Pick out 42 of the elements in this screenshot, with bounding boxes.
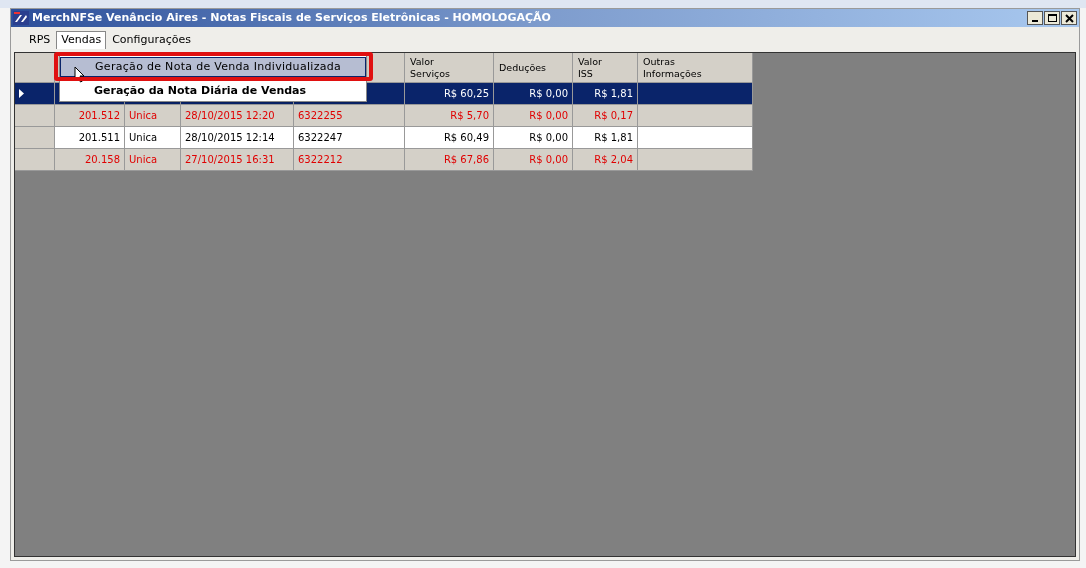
menu-item[interactable]: Configurações (108, 31, 195, 49)
maximize-button[interactable] (1044, 11, 1060, 25)
mouse-cursor-icon (74, 66, 86, 84)
table-cell: R$ 0,00 (494, 83, 573, 105)
table-cell: 201.512 (55, 105, 125, 127)
table-cell: R$ 0,17 (573, 105, 638, 127)
table-cell: 6322247 (294, 127, 405, 149)
column-header[interactable]: Outras Informações (638, 53, 753, 83)
row-header-corner (15, 53, 55, 83)
table-cell: R$ 1,81 (573, 83, 638, 105)
table-cell: 28/10/2015 12:14 (181, 127, 294, 149)
table-cell: R$ 5,70 (405, 105, 494, 127)
table-cell: Unica (125, 105, 181, 127)
column-header[interactable]: Deduções (494, 53, 573, 83)
table-cell: R$ 0,00 (494, 105, 573, 127)
table-cell: 6322212 (294, 149, 405, 171)
menu-option[interactable]: Geração de Nota de Venda Individualizada (60, 57, 366, 77)
minimize-button[interactable] (1027, 11, 1043, 25)
table-cell: Unica (125, 127, 181, 149)
column-header[interactable]: Valor ISS (573, 53, 638, 83)
table-cell: 201.511 (55, 127, 125, 149)
table-cell: R$ 0,00 (494, 149, 573, 171)
menu-item[interactable]: RPS (25, 31, 55, 49)
table-cell: 28/10/2015 12:20 (181, 105, 294, 127)
column-header[interactable]: Valor Serviços (405, 53, 494, 83)
table-cell: R$ 60,25 (405, 83, 494, 105)
table-cell: 20.158 (55, 149, 125, 171)
table-cell: R$ 1,81 (573, 127, 638, 149)
current-row-icon (19, 89, 24, 98)
menu-option[interactable]: Geração da Nota Diária de Vendas (60, 77, 366, 101)
table-cell: R$ 2,04 (573, 149, 638, 171)
table-cell: R$ 0,00 (494, 127, 573, 149)
window-title: MerchNFSe Venâncio Aires - Notas Fiscais de Serviços Eletrônicas - HOMOLOGAÇÃO (32, 9, 551, 26)
menu-item[interactable]: Vendas (56, 31, 107, 49)
row-header[interactable] (15, 83, 55, 105)
table-cell: 27/10/2015 16:31 (181, 149, 294, 171)
close-button[interactable] (1061, 11, 1077, 25)
table-cell: R$ 60,49 (405, 127, 494, 149)
table-cell: Unica (125, 149, 181, 171)
app-logo-icon (13, 11, 29, 25)
table-cell: R$ 67,86 (405, 149, 494, 171)
table-cell: 6322255 (294, 105, 405, 127)
